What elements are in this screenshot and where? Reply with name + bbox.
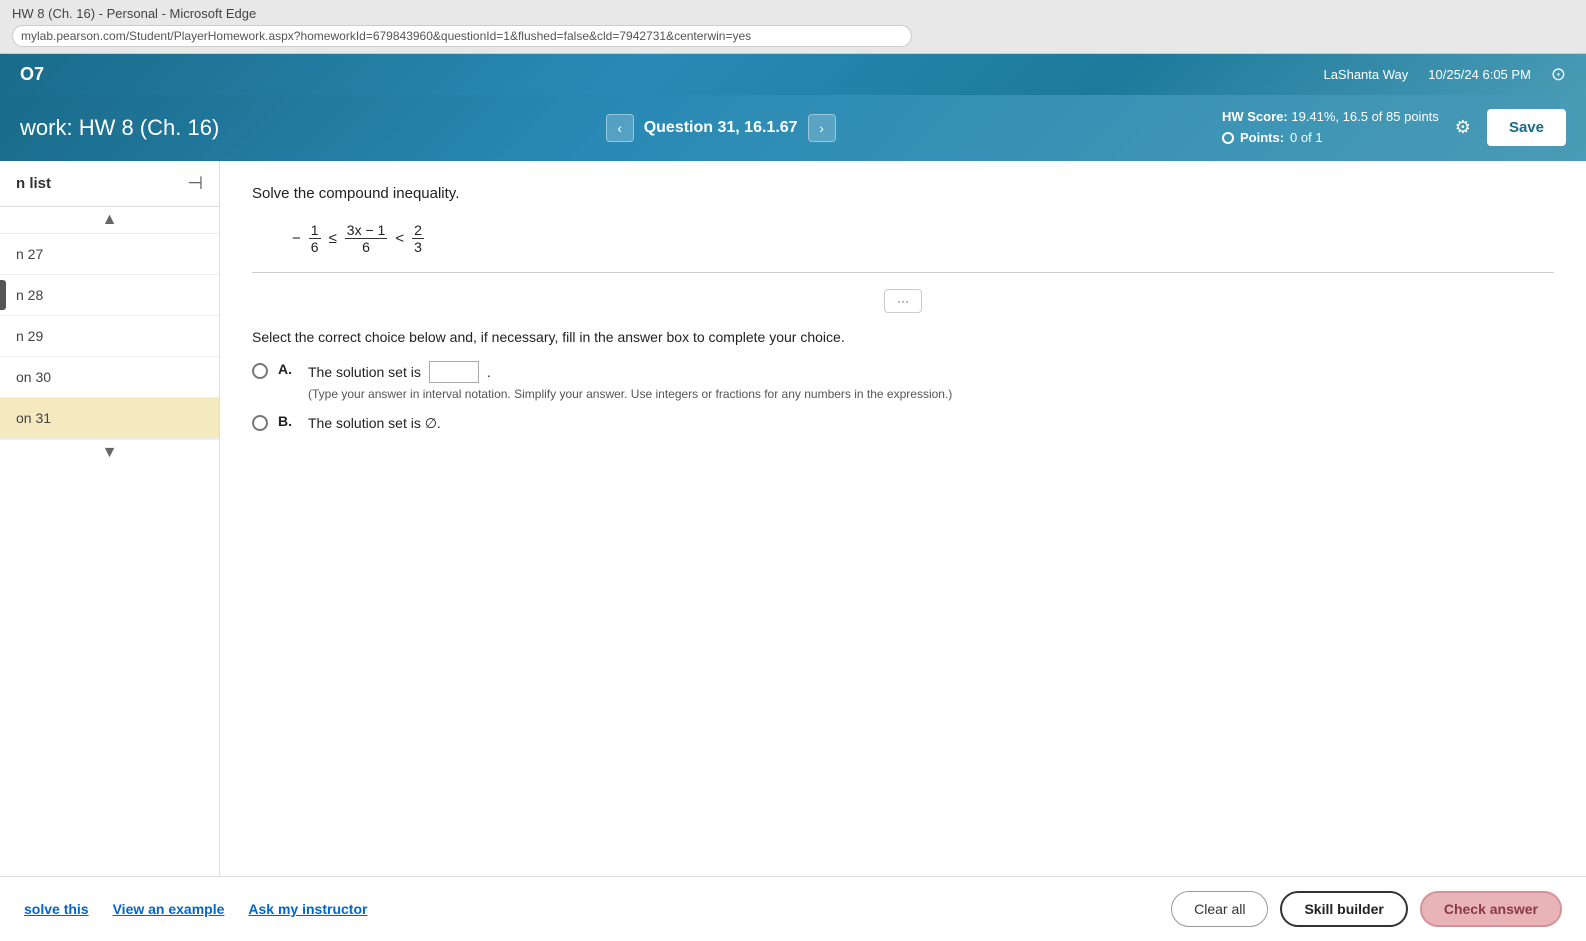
hw-label: work: (20, 115, 79, 140)
choice-a-row: A. The solution set is . (Type your answ… (252, 361, 1554, 401)
fraction-3: 2 3 (412, 222, 424, 257)
footer-right: Clear all Skill builder Check answer (1171, 891, 1562, 927)
hw-score: HW Score: 19.41%, 16.5 of 85 points (1222, 107, 1439, 128)
sidebar-item-q28[interactable]: n 28 (0, 275, 219, 316)
select-instruction: Select the correct choice below and, if … (252, 329, 1554, 345)
next-question-button[interactable]: › (808, 114, 836, 142)
help-solve-link[interactable]: solve this (24, 901, 89, 917)
content-area: n list ⊣ ▲ n 27 n 28 n 29 on 30 on 31 ▼ … (0, 161, 1586, 876)
top-header: O7 LaShanta Way 10/25/24 6:05 PM ⊙ (0, 54, 1586, 95)
divider (252, 272, 1554, 273)
choice-a-text: The solution set is (308, 362, 421, 383)
page-id: O7 (20, 64, 44, 85)
app-wrapper: HW 8 (Ch. 16) - Personal - Microsoft Edg… (0, 0, 1586, 941)
top-header-right: LaShanta Way 10/25/24 6:05 PM ⊙ (1323, 64, 1566, 85)
choice-b-label: B. (278, 413, 298, 429)
browser-title: HW 8 (Ch. 16) - Personal - Microsoft Edg… (12, 6, 1574, 21)
sidebar-item-q27[interactable]: n 27 (0, 234, 219, 275)
math-formula: − 1 6 ≤ 3x − 1 6 < 2 3 (292, 222, 1554, 257)
help-icon[interactable]: ⊙ (1551, 64, 1566, 85)
sidebar-item-q31[interactable]: on 31 (0, 398, 219, 439)
nav-bar: work: HW 8 (Ch. 16) ‹ Question 31, 16.1.… (0, 95, 1586, 161)
fraction-1: 1 6 (309, 222, 321, 257)
datetime: 10/25/24 6:05 PM (1428, 67, 1531, 82)
sidebar-header: n list ⊣ (0, 161, 219, 207)
footer-left: solve this View an example Ask my instru… (24, 901, 367, 917)
clear-all-button[interactable]: Clear all (1171, 891, 1268, 927)
question-nav: ‹ Question 31, 16.1.67 › (606, 114, 836, 142)
check-answer-button[interactable]: Check answer (1420, 891, 1562, 927)
skill-builder-button[interactable]: Skill builder (1280, 891, 1407, 927)
view-example-link[interactable]: View an example (113, 901, 225, 917)
sidebar: n list ⊣ ▲ n 27 n 28 n 29 on 30 on 31 ▼ (0, 161, 220, 876)
fraction-2: 3x − 1 6 (345, 222, 388, 257)
settings-icon[interactable]: ⚙ (1455, 117, 1471, 138)
choice-a-hint: (Type your answer in interval notation. … (308, 387, 952, 401)
sidebar-scroll-up-button[interactable]: ▲ (0, 207, 219, 234)
sidebar-scroll-down-button[interactable]: ▼ (0, 439, 219, 466)
choice-b-radio[interactable] (252, 415, 268, 431)
ask-instructor-link[interactable]: Ask my instructor (248, 901, 367, 917)
choice-a-label: A. (278, 361, 298, 377)
browser-url: mylab.pearson.com/Student/PlayerHomework… (12, 25, 912, 47)
hw-title-text: HW 8 (Ch. 16) (79, 115, 220, 140)
save-button[interactable]: Save (1487, 109, 1566, 146)
more-options-button[interactable]: ··· (884, 289, 922, 313)
choice-b-text: The solution set is ∅. (308, 413, 441, 434)
main-content: Solve the compound inequality. − 1 6 ≤ 3… (220, 161, 1586, 876)
sidebar-title: n list (16, 175, 51, 192)
choice-b-row: B. The solution set is ∅. (252, 413, 1554, 434)
sidebar-item-q29[interactable]: n 29 (0, 316, 219, 357)
collapse-sidebar-button[interactable]: ⊣ (187, 173, 203, 194)
prev-question-button[interactable]: ‹ (606, 114, 634, 142)
question-label: Question 31, 16.1.67 (644, 119, 798, 137)
sidebar-item-q30[interactable]: on 30 (0, 357, 219, 398)
points-circle-icon (1222, 132, 1234, 144)
choice-a-suffix: . (487, 362, 491, 383)
choice-a-content: The solution set is . (Type your answer … (308, 361, 952, 401)
points-row: Points: 0 of 1 (1222, 128, 1439, 149)
score-section: HW Score: 19.41%, 16.5 of 85 points Poin… (1222, 107, 1439, 149)
answer-input-a[interactable] (429, 361, 479, 383)
user-name: LaShanta Way (1323, 67, 1408, 82)
hw-title: work: HW 8 (Ch. 16) (20, 115, 219, 141)
footer-bar: solve this View an example Ask my instru… (0, 876, 1586, 941)
choice-a-radio[interactable] (252, 363, 268, 379)
question-instruction: Solve the compound inequality. (252, 185, 1554, 202)
browser-chrome: HW 8 (Ch. 16) - Personal - Microsoft Edg… (0, 0, 1586, 54)
